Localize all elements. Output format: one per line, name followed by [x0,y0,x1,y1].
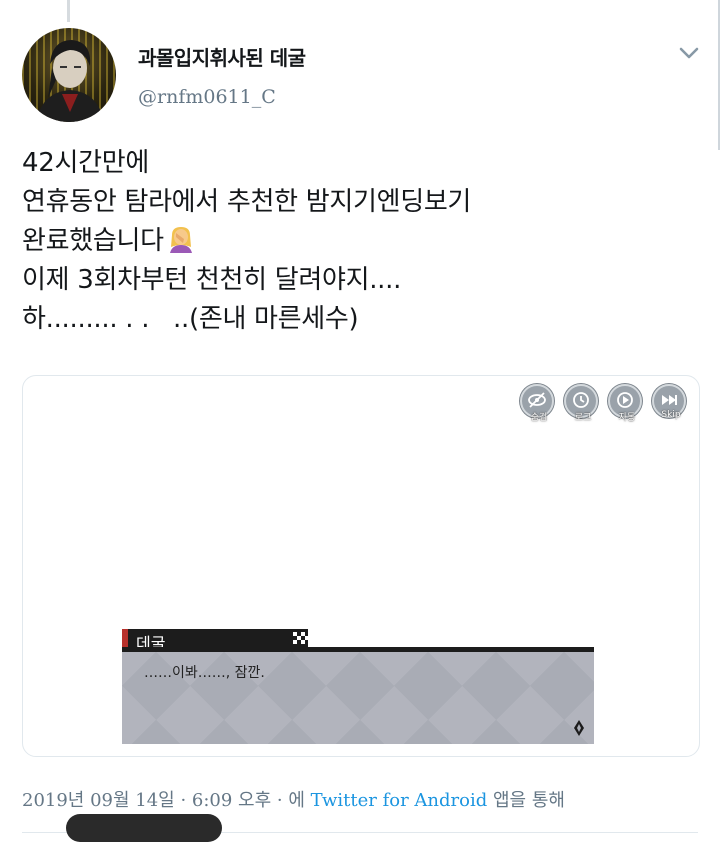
facepalm-emoji-icon [169,227,192,253]
redaction-bar [66,814,222,842]
dialogue-box[interactable]: ……이봐……, 잠깐. [122,647,594,744]
chevron-down-icon[interactable] [678,44,700,62]
log-button[interactable]: 로그 [564,384,598,423]
tweet-line: 완료했습니다 [22,222,692,261]
tweet-line: 연휴동안 탐라에서 추천한 밤지기엔딩보기 [22,187,472,217]
checker-pattern-icon [293,632,317,644]
avatar[interactable] [22,28,116,122]
avatar-portrait-icon [36,40,104,122]
skip-button[interactable]: Skip [652,384,686,420]
skip-label: Skip [661,410,681,420]
display-name[interactable]: 과몰입지휘사된 데굴 [138,42,306,71]
tweet-line: 42시간만에 [22,148,149,178]
tweet-date[interactable]: 2019년 09월 14일 · 6:09 오후 · 에 [22,790,311,811]
dialogue-text: ……이봐……, 잠깐. [144,665,265,681]
auto-button[interactable]: 자동 [608,384,642,423]
tweet-text: 42시간만에 연휴동안 탐라에서 추천한 밤지기엔딩보기 완료했습니다 이제 3… [22,144,692,339]
source-suffix: 앱을 통해 [487,790,565,811]
thread-connector [67,0,70,22]
source-link[interactable]: Twitter for Android [311,790,488,811]
tweet-line: 이제 3회차부턴 천천히 달려야지.... [22,265,402,295]
hide-ui-button[interactable]: 숨김 [520,384,554,423]
advance-diamond-icon [574,720,584,736]
log-label: 로그 [574,413,592,423]
tweet-line: 하......... . . ..(존내 마른세수) [22,304,359,334]
tweet-timestamp: 2019년 09월 14일 · 6:09 오후 · 에 Twitter for … [22,786,565,812]
hide-ui-label: 숨김 [530,413,548,423]
tweet-line-text: 완료했습니다 [22,226,164,256]
auto-label: 자동 [618,413,636,423]
user-handle[interactable]: @rnfm0611_C [138,86,276,108]
media-image[interactable]: 숨김 로그 자동 Skip 데굴 ……이봐……, 잠깐. [22,375,700,757]
